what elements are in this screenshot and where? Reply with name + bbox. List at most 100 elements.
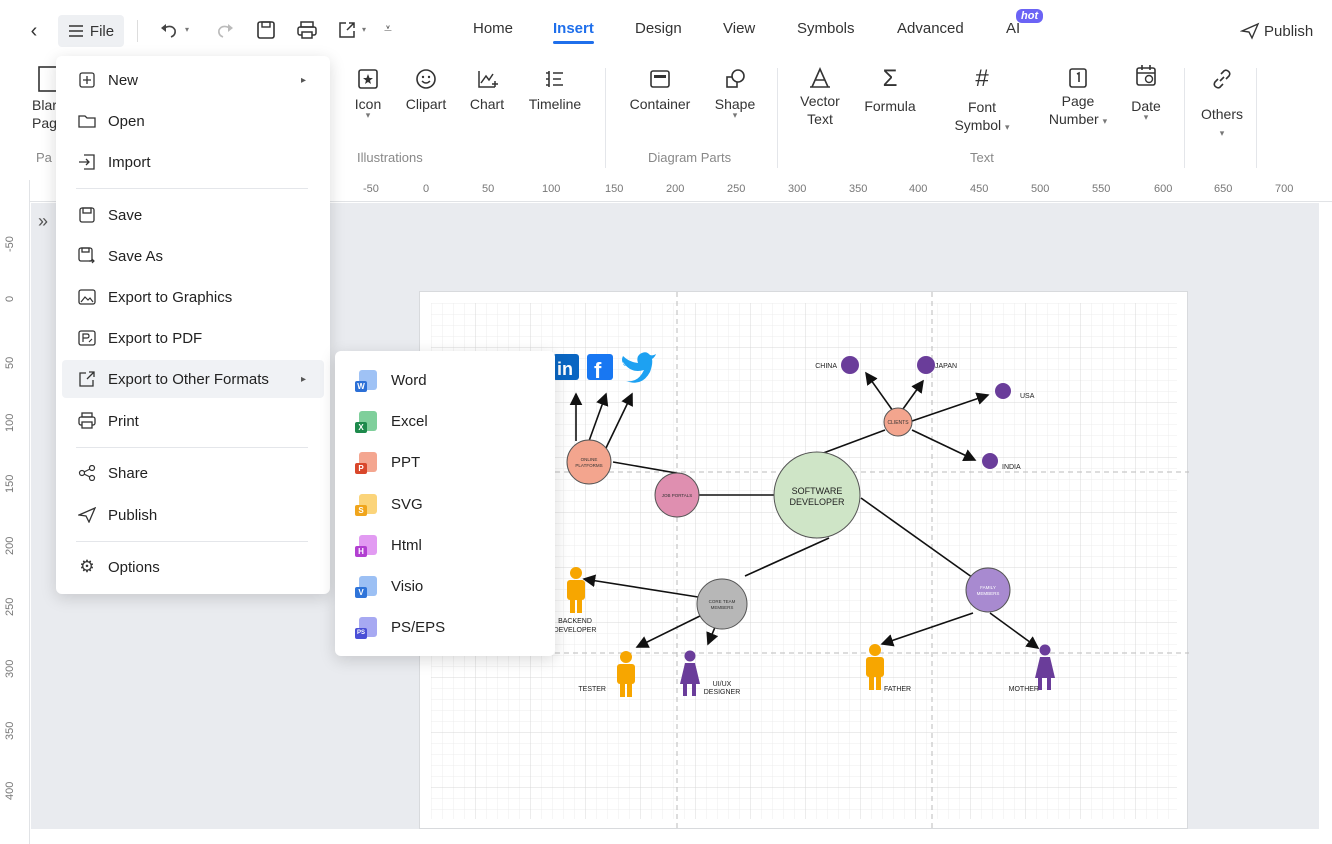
gear-icon: ⚙ [79,557,95,576]
expand-panel-icon[interactable]: » [38,211,48,232]
tab-insert[interactable]: Insert [553,20,594,44]
save-icon[interactable] [255,19,277,41]
blank-page-icon[interactable] [38,66,58,92]
node-label: TESTER [578,686,606,693]
tab-ai[interactable]: AI [1006,20,1020,37]
import-icon [79,154,95,170]
node-job-portals[interactable]: JOB PORTALS [654,472,700,518]
export-icon [79,371,95,387]
tab-symbols[interactable]: Symbols [797,20,855,37]
menu-item-publish[interactable]: Publish [62,496,324,534]
others-button[interactable]: Others ▾ [1196,68,1248,139]
menu-item-export-graphics[interactable]: Export to Graphics [62,278,324,316]
menu-item-import[interactable]: Import [62,143,324,181]
export-excel[interactable]: X Excel [335,401,555,441]
clipart-icon [416,69,436,89]
formula-button[interactable]: Σ Formula [858,65,922,115]
facebook-icon: f [587,354,613,383]
publish-button[interactable]: Publish [1240,18,1313,44]
menu-item-save[interactable]: Save [62,196,324,234]
node-label: INDIA [1002,464,1021,471]
ruler-tick: 50 [4,356,16,369]
node-family-members[interactable]: FAMILY MEMBERS [965,567,1011,613]
send-icon [78,507,96,523]
svg-file-icon: S [355,494,377,516]
menu-item-export-other-formats[interactable]: Export to Other Formats ▸ [62,360,324,398]
svg-text:in: in [557,359,573,379]
menu-item-open[interactable]: Open [62,102,324,140]
ruler-tick: 250 [4,597,16,616]
export-visio[interactable]: V Visio [335,566,555,606]
ruler-tick: 200 [4,536,16,555]
tab-home[interactable]: Home [473,20,513,37]
page-number-label-2: Number [1048,111,1099,127]
menu-item-new[interactable]: New ▸ [62,61,324,99]
node-core-team[interactable]: CORE TEAM MEMBERS [696,578,748,630]
ruler-tick: 350 [849,183,868,195]
tab-view[interactable]: View [723,20,755,37]
icon-button[interactable]: Icon ▾ [350,68,386,121]
print-icon[interactable] [296,19,318,41]
undo-dropdown-icon[interactable]: ▾ [185,25,189,34]
redo-icon[interactable] [214,20,236,42]
export-word[interactable]: W Word [335,360,555,400]
node-label: DESIGNER [704,689,741,696]
node-label: USA [1020,393,1035,400]
timeline-label: Timeline [528,96,582,112]
menu-item-print[interactable]: Print [62,402,324,440]
blank-page-button[interactable]: Blar Pag [32,96,57,132]
submenu-item-label: PPT [391,453,421,471]
undo-icon[interactable] [158,20,180,42]
node-label: SOFTWARE [792,486,843,496]
more-icon[interactable]: ⩡ [384,20,392,37]
menu-item-options[interactable]: ⚙ Options [62,548,324,586]
shape-button[interactable]: Shape ▾ [710,68,760,121]
menu-divider [76,447,308,448]
export-ppt[interactable]: P PPT [335,442,555,482]
ruler-tick: 300 [4,659,16,678]
clipart-button[interactable]: Clipart [400,68,452,112]
submenu-item-label: Visio [391,577,424,595]
menu-item-label: Export to PDF [108,329,203,347]
node-online-platforms[interactable]: ONLINE PLATFORMS [566,439,612,485]
divider [605,68,606,168]
vector-text-button[interactable]: Vector Text [794,66,846,128]
ruler-tick: 650 [1214,183,1233,195]
menu-item-label: Save As [108,247,164,265]
menu-item-export-pdf[interactable]: Export to PDF [62,319,324,357]
calendar-icon [1136,65,1156,86]
export-svg[interactable]: S SVG [335,484,555,524]
link-icon [1213,69,1231,89]
hamburger-icon [68,25,83,37]
ps-eps-file-icon: PS [355,617,377,639]
save-icon [79,207,95,223]
export-html[interactable]: H Html [335,525,555,565]
back-icon[interactable]: ‹ [22,19,46,43]
folder-icon [78,115,96,128]
timeline-button[interactable]: Timeline [522,68,588,112]
menu-item-label: Export to Graphics [108,288,233,306]
page-number-button[interactable]: Page Number ▾ [1038,66,1118,130]
node-label: CHINA [815,363,837,370]
date-button[interactable]: Date ▾ [1126,64,1166,123]
menu-item-share[interactable]: Share [62,454,324,492]
node-software-developer[interactable]: SOFTWARE DEVELOPER [773,451,861,539]
tab-advanced[interactable]: Advanced [897,20,964,37]
chart-label: Chart [469,96,505,112]
export-dropdown-icon[interactable]: ▾ [362,25,366,34]
node-clients[interactable]: CLIENTS [883,407,913,437]
node-label: CORE TEAM [709,599,736,604]
font-symbol-button[interactable]: # Font Symbol ▾ [942,66,1022,136]
page-number-label-1: Page [1061,93,1095,109]
menu-item-save-as[interactable]: Save As [62,237,324,275]
export-ps-eps[interactable]: PS PS/EPS [335,607,555,647]
file-menu-button[interactable]: File [58,15,124,47]
chart-button[interactable]: Chart [466,68,508,112]
sigma-icon: Σ [882,65,898,92]
ppt-file-icon: P [355,452,377,474]
tab-design[interactable]: Design [635,20,682,37]
file-label: File [89,22,115,40]
container-button[interactable]: Container [624,68,696,112]
ruler-tick: 250 [727,183,746,195]
export-icon[interactable] [336,19,358,41]
